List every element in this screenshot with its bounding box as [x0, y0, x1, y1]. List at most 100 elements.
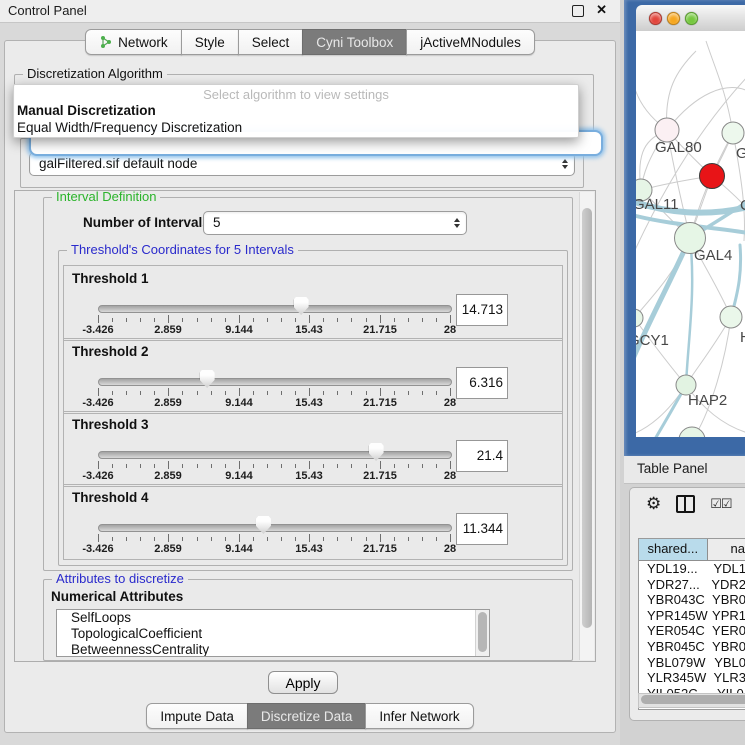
node-label-hap2: HAP2 — [688, 392, 727, 409]
numerical-attributes-label: Numerical Attributes — [51, 589, 183, 604]
table-row[interactable]: YDR27... YDR2 — [639, 577, 745, 593]
control-panel-titlebar: Control Panel ✕ — [0, 0, 620, 23]
scrollbar-thumb[interactable] — [641, 695, 745, 704]
select-columns-icon[interactable]: ☑☑ — [710, 496, 731, 512]
column-header-shared-name[interactable]: shared... — [639, 539, 708, 561]
node-label-partial: C — [740, 197, 745, 214]
tick-label: 28 — [444, 543, 456, 555]
table-row[interactable]: YLR345W YLR3 — [639, 670, 745, 686]
apply-button[interactable]: Apply — [268, 671, 338, 694]
control-panel-tab[interactable]: jActiveMNodules — [406, 29, 535, 55]
tab-label: Cyni Toolbox — [316, 35, 393, 50]
dropdown-placeholder: Select algorithm to view settings — [14, 85, 578, 102]
node-label-gal80: GAL80 — [655, 139, 702, 156]
tick-label: 9.144 — [225, 324, 253, 336]
number-of-intervals-combobox[interactable]: 5 — [203, 211, 467, 235]
attributes-group-label: Attributes to discretize — [52, 572, 188, 586]
tab-label: Style — [195, 35, 225, 50]
cell-shared-name: YBR043C — [639, 592, 711, 608]
tick-label: 15.43 — [295, 470, 323, 482]
table-row[interactable]: YDL19... YDL1 — [639, 561, 745, 577]
control-panel-tab[interactable]: Network — [85, 29, 182, 55]
column-header-name[interactable]: na — [708, 539, 745, 561]
numerical-attributes-list: SelfLoopsTopologicalCoefficientBetweenne… — [56, 609, 490, 657]
slider-track — [98, 378, 452, 386]
gear-icon[interactable]: ⚙ — [646, 494, 661, 514]
vertical-scrollbar[interactable] — [579, 192, 594, 660]
cell-shared-name: YDL19... — [639, 561, 712, 577]
dropdown-option-manual[interactable]: Manual Discretization — [14, 102, 578, 119]
control-panel-tab-bar: Network Style Select — [0, 29, 620, 55]
attribute-list-item[interactable]: SelfLoops — [57, 610, 489, 626]
interval-definition-group: Interval Definition Number of Intervals … — [43, 197, 573, 571]
attribute-list-item[interactable]: BetweennessCentrality — [57, 642, 489, 657]
control-panel-tab[interactable]: Style — [181, 29, 239, 55]
control-panel-title: Control Panel — [8, 3, 87, 18]
bottom-tab[interactable]: Impute Data — [146, 703, 248, 729]
tab-label: Infer Network — [379, 709, 459, 724]
slider-ticks — [98, 534, 450, 543]
network-window-titlebar[interactable] — [636, 5, 745, 32]
attribute-list-item[interactable]: TopologicalCoefficient — [57, 626, 489, 642]
threshold-2-value-field[interactable]: 6.316 — [456, 367, 508, 399]
cell-name: YDR2 — [710, 577, 745, 593]
bottom-tab[interactable]: Infer Network — [365, 703, 473, 729]
tick-label: 28 — [444, 470, 456, 482]
cell-name: YER0 — [711, 623, 745, 639]
horizontal-scrollbar[interactable] — [638, 693, 745, 708]
table-data-value: galFiltered.sif default node — [30, 153, 574, 174]
network-canvas[interactable]: GAL80 GA GAL11 C GAL4 GCY1 HI HAP2 — [636, 31, 745, 437]
threshold-3-box: Threshold 3 -3.4262.8599.14415.4321.7152… — [63, 411, 563, 487]
threshold-4-box: Threshold 4 -3.4262.8599.14415.4321.7152… — [63, 484, 563, 560]
zoom-traffic-light-icon[interactable] — [685, 12, 698, 25]
table-row[interactable]: YER054C YER0 — [639, 623, 745, 639]
tab-label: Select — [252, 35, 290, 50]
tick-label: 15.43 — [295, 397, 323, 409]
split-view-icon[interactable] — [676, 495, 695, 513]
screen: Control Panel ✕ Network — [0, 0, 745, 745]
list-scrollbar[interactable] — [475, 610, 489, 656]
minimize-traffic-light-icon[interactable] — [667, 12, 680, 25]
tick-label: 21.715 — [363, 470, 397, 482]
table-row[interactable]: YBR043C YBR0 — [639, 592, 745, 608]
table-panel-toolbar: ⚙ ☑☑ — [646, 494, 732, 514]
table-row[interactable]: YPR145W YPR1 — [639, 608, 745, 624]
number-of-intervals-label: Number of Intervals — [83, 215, 210, 230]
dropdown-option-equal-width[interactable]: Equal Width/Frequency Discretization — [14, 119, 578, 136]
tick-label: 21.715 — [363, 543, 397, 555]
scrollbar-thumb[interactable] — [582, 208, 592, 628]
close-icon[interactable]: ✕ — [596, 2, 607, 18]
thresholds-group-label: Threshold's Coordinates for 5 Intervals — [67, 243, 298, 257]
tick-label: 28 — [444, 324, 456, 336]
float-window-icon[interactable] — [572, 5, 584, 17]
close-traffic-light-icon[interactable] — [649, 12, 662, 25]
cell-name: YBL0 — [713, 655, 745, 671]
cell-shared-name: YLR345W — [639, 670, 712, 686]
tick-label: -3.426 — [82, 397, 113, 409]
control-panel-tab[interactable]: Select — [238, 29, 304, 55]
cell-shared-name: YPR145W — [639, 608, 711, 624]
threshold-3-value-field[interactable]: 21.4 — [456, 440, 508, 472]
tick-label: 9.144 — [225, 543, 253, 555]
slider-tick-labels: -3.4262.8599.14415.4321.71528 — [98, 397, 450, 409]
node-label-gal11: GAL11 — [636, 196, 679, 213]
threshold-4-value-field[interactable]: 11.344 — [456, 513, 508, 545]
tick-label: 15.43 — [295, 543, 323, 555]
cyni-toolbox-panel: Discretization Algorithm Select algorith… — [4, 40, 616, 733]
table-row[interactable]: YBL079W YBL0 — [639, 655, 745, 671]
node — [722, 122, 744, 144]
slider-track — [98, 305, 452, 313]
settings-scrollpane: Interval Definition Number of Intervals … — [14, 190, 596, 662]
threshold-1-value-field[interactable]: 14.713 — [456, 294, 508, 326]
cell-shared-name: YDR27... — [639, 577, 710, 593]
bottom-tab[interactable]: Discretize Data — [247, 703, 367, 729]
slider-tick-labels: -3.4262.8599.14415.4321.71528 — [98, 543, 450, 555]
threshold-2-box: Threshold 2 -3.4262.8599.14415.4321.7152… — [63, 338, 563, 414]
table-row[interactable]: YBR045C YBR0 — [639, 639, 745, 655]
slider-tick-labels: -3.4262.8599.14415.4321.71528 — [98, 324, 450, 336]
cell-shared-name: YBR045C — [639, 639, 711, 655]
control-panel-tab[interactable]: Cyni Toolbox — [302, 29, 407, 55]
scrollbar-thumb[interactable] — [478, 612, 487, 652]
attribute-items: SelfLoopsTopologicalCoefficientBetweenne… — [57, 610, 489, 657]
node-label-partial: GA — [736, 145, 745, 162]
